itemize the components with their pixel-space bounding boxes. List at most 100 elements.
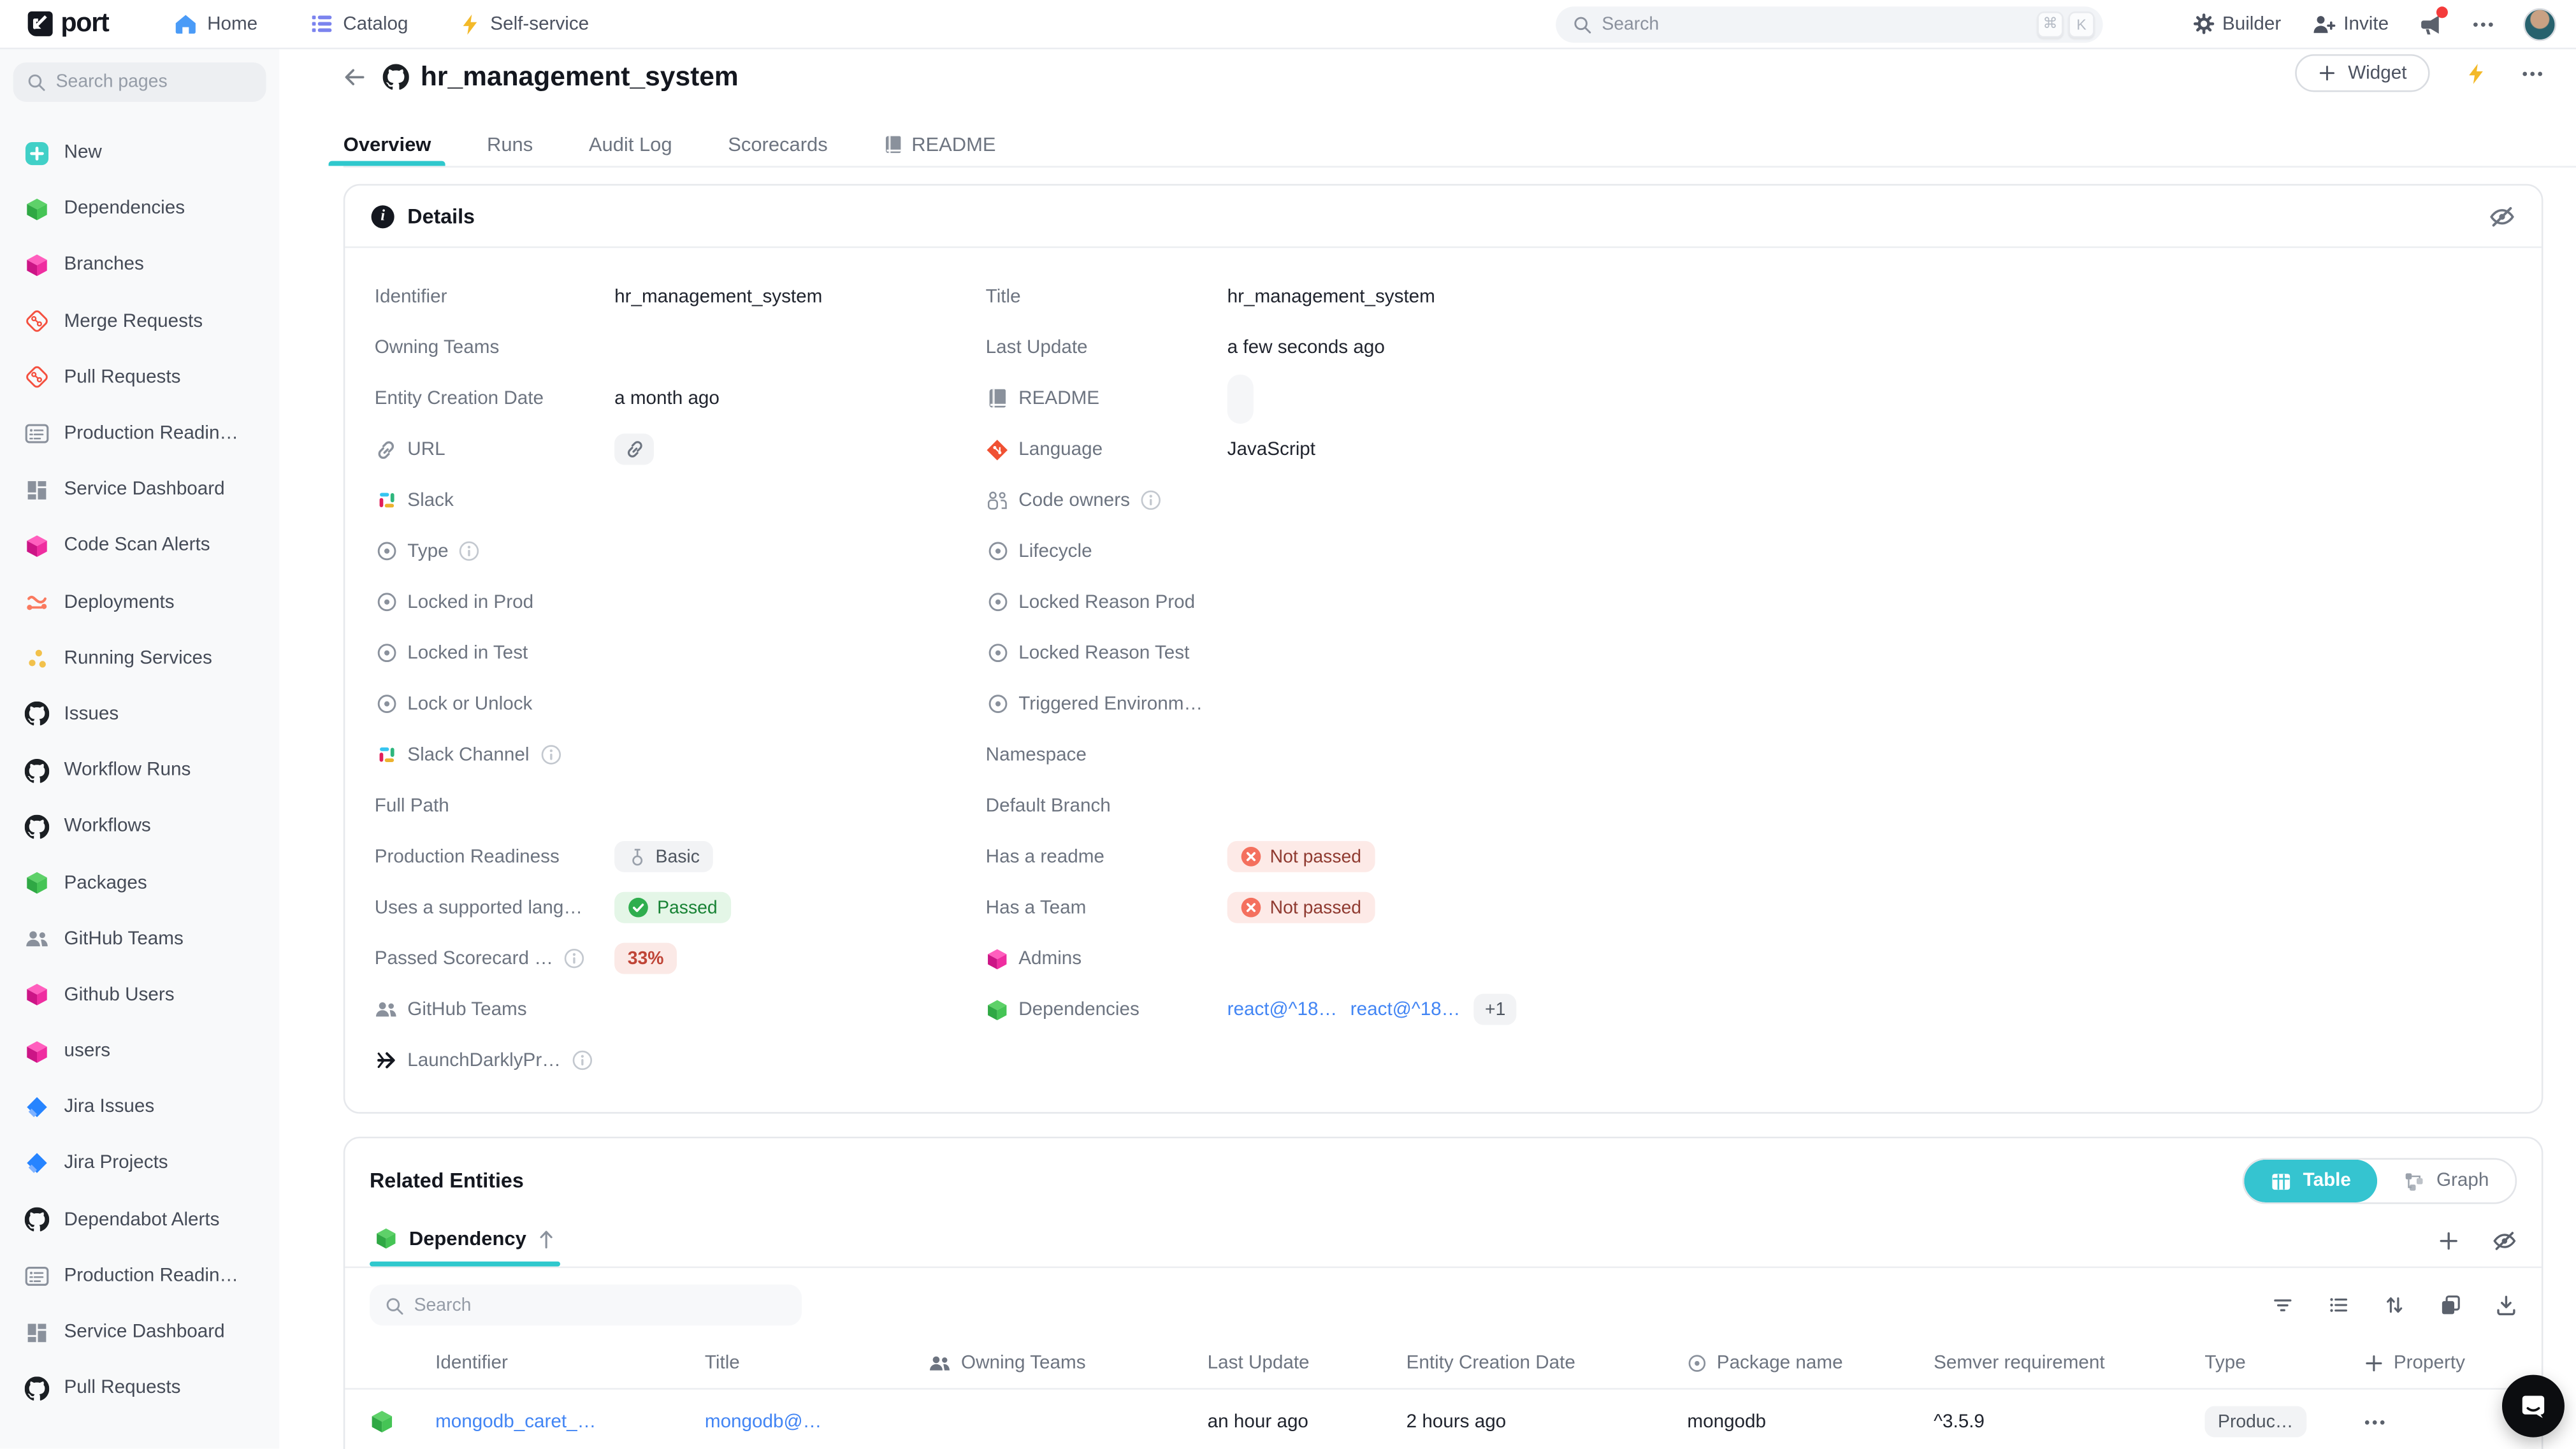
col-package-name[interactable]: Package name bbox=[1687, 1353, 1934, 1373]
type-badge: Produc… bbox=[2204, 1406, 2306, 1438]
col-identifier[interactable]: Identifier bbox=[435, 1353, 705, 1373]
port-logo[interactable]: port bbox=[26, 9, 108, 38]
x-circle-icon bbox=[1240, 846, 1262, 868]
sidebar-item-dependencies[interactable]: Dependencies bbox=[13, 181, 266, 237]
tab-overview[interactable]: Overview bbox=[344, 122, 431, 166]
sidebar-item-pull-requests-2[interactable]: Pull Requests bbox=[13, 1360, 266, 1417]
tab-audit-log[interactable]: Audit Log bbox=[589, 122, 672, 166]
col-last-update[interactable]: Last Update bbox=[1208, 1353, 1407, 1373]
sidebar-item-packages[interactable]: Packages bbox=[13, 855, 266, 911]
sidebar-item-github-teams[interactable]: GitHub Teams bbox=[13, 911, 266, 967]
sort-icon[interactable] bbox=[2384, 1294, 2405, 1316]
hide-empty-values-icon[interactable] bbox=[2489, 205, 2515, 227]
col-title[interactable]: Title bbox=[705, 1353, 929, 1373]
slack-icon bbox=[375, 489, 398, 512]
sidebar-item-code-scan-alerts[interactable]: Code Scan Alerts bbox=[13, 518, 266, 574]
sidebar-item-service-dashboard[interactable]: Service Dashboard bbox=[13, 462, 266, 518]
col-owning-teams[interactable]: Owning Teams bbox=[928, 1353, 1207, 1373]
dependency-more-badge[interactable]: +1 bbox=[1473, 994, 1517, 1025]
empty-readme-pill bbox=[1227, 373, 1254, 422]
related-search-input[interactable]: Search bbox=[370, 1285, 802, 1325]
sidebar-item-deployments[interactable]: Deployments bbox=[13, 574, 266, 630]
plus-icon bbox=[2319, 64, 2336, 82]
invite-button[interactable]: Invite bbox=[2311, 13, 2389, 35]
add-widget-button[interactable]: Widget bbox=[2296, 54, 2430, 92]
topbar-more-button[interactable] bbox=[2473, 20, 2494, 27]
row-identifier-link[interactable]: mongodb_caret_… bbox=[435, 1412, 596, 1432]
git-request-icon bbox=[25, 309, 50, 334]
col-add-property[interactable]: Property bbox=[2364, 1353, 2517, 1373]
target-icon bbox=[375, 642, 398, 665]
sidebar-item-github-users[interactable]: Github Users bbox=[13, 967, 266, 1023]
notification-dot bbox=[2436, 6, 2448, 17]
sidebar-item-pull-requests[interactable]: Pull Requests bbox=[13, 349, 266, 405]
detail-row: Lock or Unlock Triggered Environm… bbox=[375, 679, 2512, 730]
production-readiness-badge: Basic bbox=[614, 841, 713, 872]
row-more-button[interactable] bbox=[2364, 1418, 2385, 1425]
tab-dependency[interactable]: Dependency bbox=[370, 1227, 561, 1267]
col-type[interactable]: Type bbox=[2204, 1353, 2364, 1373]
dependency-link[interactable]: react@^18… bbox=[1350, 1000, 1461, 1020]
sidebar-search-input[interactable]: Search pages bbox=[13, 62, 266, 102]
builder-button[interactable]: Builder bbox=[2193, 13, 2282, 35]
green-cube-icon bbox=[25, 870, 50, 895]
sidebar-item-merge-requests[interactable]: Merge Requests bbox=[13, 293, 266, 349]
sidebar-item-jira-projects[interactable]: Jira Projects bbox=[13, 1135, 266, 1192]
sidebar-item-production-readiness[interactable]: Production Readin… bbox=[13, 406, 266, 462]
avatar[interactable] bbox=[2524, 8, 2557, 41]
sidebar-item-service-dashboard-2[interactable]: Service Dashboard bbox=[13, 1304, 266, 1360]
url-link-chip[interactable] bbox=[614, 434, 654, 465]
col-semver-requirement[interactable]: Semver requirement bbox=[1934, 1353, 2204, 1373]
row-title-link[interactable]: mongodb@… bbox=[705, 1412, 821, 1432]
group-by-icon[interactable] bbox=[2328, 1294, 2350, 1316]
nav-catalog[interactable]: Catalog bbox=[310, 13, 409, 35]
add-related-button[interactable] bbox=[2438, 1229, 2459, 1251]
sidebar-item-new[interactable]: New bbox=[13, 125, 266, 181]
sidebar-item-jira-issues[interactable]: Jira Issues bbox=[13, 1079, 266, 1135]
port-logo-text: port bbox=[61, 9, 108, 38]
copy-icon[interactable] bbox=[2440, 1294, 2461, 1316]
tab-scorecards[interactable]: Scorecards bbox=[728, 122, 827, 166]
nav-home[interactable]: Home bbox=[175, 13, 258, 35]
filter-icon[interactable] bbox=[2272, 1294, 2294, 1316]
table-header-row: Identifier Title Owning Teams Last Updat… bbox=[345, 1339, 2542, 1388]
search-icon bbox=[384, 1295, 404, 1315]
table-row[interactable]: mongodb_caret_… mongodb@… an hour ago 2 … bbox=[345, 1388, 2542, 1449]
sidebar-item-issues[interactable]: Issues bbox=[13, 686, 266, 742]
catalog-icon bbox=[310, 13, 333, 35]
sidebar-item-workflows[interactable]: Workflows bbox=[13, 798, 266, 854]
related-entities-title: Related Entities bbox=[370, 1169, 524, 1192]
actions-lightning-button[interactable] bbox=[2466, 62, 2486, 85]
green-cube-icon bbox=[370, 1409, 394, 1434]
sidebar-item-running-services[interactable]: Running Services bbox=[13, 630, 266, 686]
sidebar-item-production-readiness-2[interactable]: Production Readin… bbox=[13, 1248, 266, 1304]
global-search-input[interactable]: Search ⌘ K bbox=[1556, 6, 2102, 42]
tab-readme[interactable]: README bbox=[883, 122, 995, 166]
github-icon bbox=[25, 758, 50, 783]
sidebar-item-workflow-runs[interactable]: Workflow Runs bbox=[13, 742, 266, 798]
lightning-icon bbox=[461, 12, 481, 35]
sidebar-item-branches[interactable]: Branches bbox=[13, 237, 266, 293]
detail-row: LaunchDarklyPr… bbox=[375, 1035, 2512, 1086]
sidebar-item-users[interactable]: users bbox=[13, 1023, 266, 1079]
chat-launcher-button[interactable] bbox=[2502, 1375, 2565, 1438]
announcements-button[interactable] bbox=[2419, 12, 2443, 35]
sidebar-item-dependabot-alerts[interactable]: Dependabot Alerts bbox=[13, 1192, 266, 1248]
info-icon bbox=[539, 743, 562, 766]
table-view-button[interactable]: Table bbox=[2244, 1160, 2377, 1202]
nav-self-service[interactable]: Self-service bbox=[461, 12, 589, 35]
back-button[interactable] bbox=[344, 66, 366, 89]
dependency-link[interactable]: react@^18… bbox=[1227, 1000, 1338, 1020]
col-entity-creation-date[interactable]: Entity Creation Date bbox=[1407, 1353, 1688, 1373]
graph-view-button[interactable]: Graph bbox=[2377, 1160, 2515, 1202]
hide-columns-icon[interactable] bbox=[2493, 1229, 2517, 1251]
entity-tabs: Overview Runs Audit Log Scorecards READM… bbox=[344, 122, 2576, 168]
detail-row: Slack Code owners bbox=[375, 475, 2512, 526]
tab-runs[interactable]: Runs bbox=[487, 122, 533, 166]
entity-more-button[interactable] bbox=[2522, 70, 2543, 76]
info-icon bbox=[458, 540, 481, 563]
topbar: port Home Catalog Self-service Search ⌘ … bbox=[0, 0, 2576, 49]
download-icon[interactable] bbox=[2496, 1294, 2517, 1316]
page-title: hr_management_system bbox=[421, 62, 739, 93]
k-keycap: K bbox=[2068, 11, 2094, 37]
